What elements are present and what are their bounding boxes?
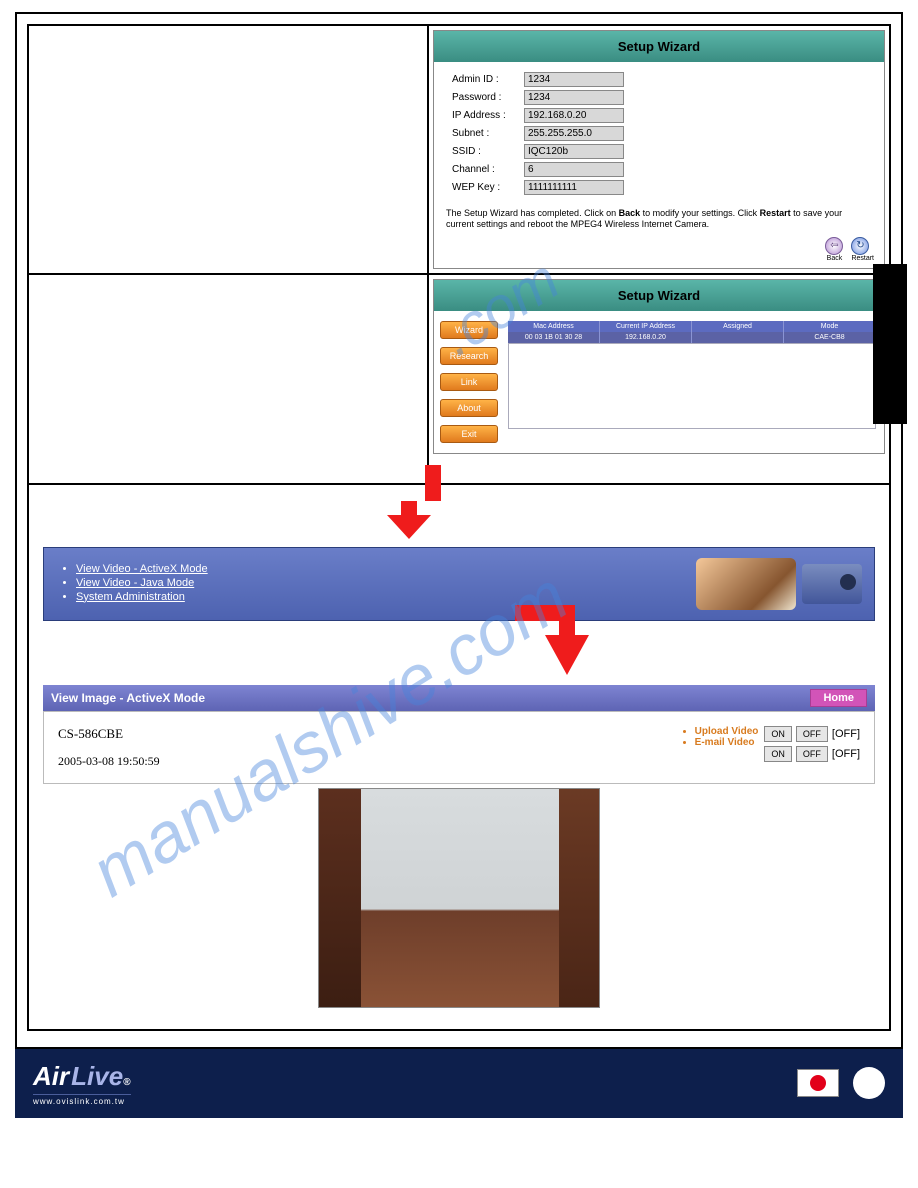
link-activex-mode[interactable]: View Video - ActiveX Mode — [76, 563, 208, 575]
exit-button[interactable]: Exit — [440, 425, 498, 443]
ip-value: 192.168.0.20 — [524, 108, 624, 123]
email-video-link[interactable]: E-mail Video — [695, 737, 755, 748]
timestamp: 2005-03-08 19:50:59 — [58, 754, 160, 769]
restart-button-label: Restart — [851, 255, 874, 262]
ssid-label: SSID : — [452, 146, 524, 157]
device-table-header: Mac Address Current IP Address Assigned … — [508, 321, 876, 332]
camera-name: CS-586CBE — [58, 726, 160, 742]
upload-off-button[interactable]: OFF — [796, 726, 828, 742]
about-button[interactable]: About — [440, 399, 498, 417]
back-button-label: Back — [825, 255, 843, 262]
restart-button[interactable]: ↻ — [851, 237, 869, 255]
wizard-summary-panel: Setup Wizard Admin ID :1234 Password :12… — [433, 30, 885, 269]
email-state: [OFF] — [832, 748, 860, 760]
upload-on-button[interactable]: ON — [764, 726, 792, 742]
password-label: Password : — [452, 92, 524, 103]
upload-state: [OFF] — [832, 728, 860, 740]
wizard-note: The Setup Wizard has completed. Click on… — [434, 204, 884, 233]
link-system-admin[interactable]: System Administration — [76, 591, 185, 603]
side-tab — [873, 264, 907, 424]
email-on-button[interactable]: ON — [764, 746, 792, 762]
welcome-panel: View Video - ActiveX Mode View Video - J… — [43, 547, 875, 621]
people-image — [696, 558, 796, 610]
wizard-title: Setup Wizard — [434, 31, 884, 62]
password-value: 1234 — [524, 90, 624, 105]
link-button[interactable]: Link — [440, 373, 498, 391]
subnet-label: Subnet : — [452, 128, 524, 139]
wep-value: 1111111111 — [524, 180, 624, 195]
email-off-button[interactable]: OFF — [796, 746, 828, 762]
step-desc-1 — [29, 26, 429, 275]
admin-id-value: 1234 — [524, 72, 624, 87]
japan-flag-icon — [797, 1069, 839, 1097]
airlive-logo: AirLive® — [33, 1061, 131, 1092]
view-image-title: View Image - ActiveX Mode — [51, 691, 205, 705]
view-image-bar: View Image - ActiveX Mode Home — [43, 685, 875, 711]
back-button[interactable]: ⇦ — [825, 237, 843, 255]
subnet-value: 255.255.255.0 — [524, 126, 624, 141]
ssid-value: IQC120b — [524, 144, 624, 159]
channel-value: 6 — [524, 162, 624, 177]
upload-video-link[interactable]: Upload Video — [695, 726, 759, 737]
page-number-circle — [853, 1067, 885, 1099]
arrow-down-icon — [515, 605, 591, 677]
video-frame — [318, 788, 600, 1008]
research-button[interactable]: Research — [440, 347, 498, 365]
page-footer: AirLive® www.ovislink.com.tw — [15, 1049, 903, 1118]
arrow-down-icon — [385, 465, 441, 541]
home-button[interactable]: Home — [810, 689, 867, 707]
wizard-list-panel: Setup Wizard Wizard Research Link About … — [433, 279, 885, 454]
live-video-image — [319, 789, 599, 1007]
ip-label: IP Address : — [452, 110, 524, 121]
arrow-left-icon: ⇦ — [830, 240, 838, 251]
wizard-button[interactable]: Wizard — [440, 321, 498, 339]
channel-label: Channel : — [452, 164, 524, 175]
link-java-mode[interactable]: View Video - Java Mode — [76, 577, 194, 589]
device-table-row[interactable]: 00 03 1B 01 30 28 192.168.0.20 CAE-CB8 — [508, 332, 876, 343]
wep-label: WEP Key : — [452, 182, 524, 193]
wizard2-title: Setup Wizard — [434, 280, 884, 311]
steps-table: Setup Wizard Admin ID :1234 Password :12… — [27, 24, 891, 1031]
admin-id-label: Admin ID : — [452, 74, 524, 85]
refresh-icon: ↻ — [856, 240, 864, 251]
camera-image — [802, 564, 862, 604]
logo-url: www.ovislink.com.tw — [33, 1094, 131, 1106]
step-desc-2 — [29, 275, 429, 485]
